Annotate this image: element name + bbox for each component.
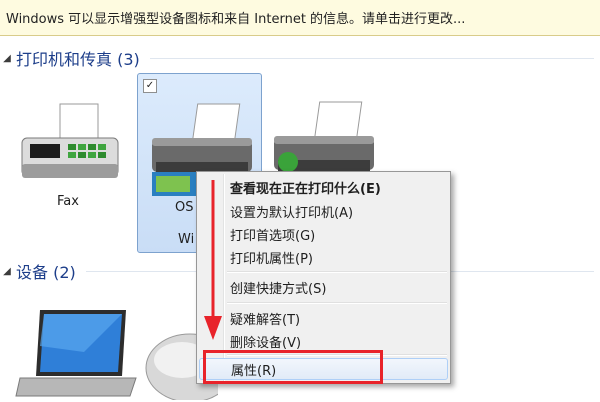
menu-separator [227,354,447,356]
menu-item-printing-preferences[interactable]: 打印首选项(G) [199,223,448,245]
menu-item-troubleshoot[interactable]: 疑难解答(T) [199,307,448,329]
menu-item-set-default-printer[interactable]: 设置为默认打印机(A) [199,200,448,222]
menu-separator [227,302,447,304]
context-menu[interactable]: 查看现在正在打印什么(E) 设置为默认打印机(A) 打印首选项(G) 打印机属性… [196,171,451,384]
laptop-icon [15,310,137,397]
device-tile-laptop[interactable] [4,300,137,400]
group-divider [149,57,594,59]
menu-item-properties[interactable]: 属性(R) [199,358,448,380]
menu-item-see-whats-printing[interactable]: 查看现在正在打印什么(E) [199,176,448,198]
collapse-triangle-icon[interactable]: ◢ [0,266,14,277]
fax-icon [21,103,119,178]
group-title-printers: 打印机和传真 (3) [16,50,140,69]
group-header-printers[interactable]: ◢ 打印机和传真 (3) [0,47,600,69]
collapse-triangle-icon[interactable]: ◢ [0,53,14,64]
fax-label: Fax [57,194,79,209]
selection-checkbox[interactable]: ✓ [143,79,157,93]
info-bar-text: Windows 可以显示增强型设备图标和来自 Internet 的信息。请单击进… [6,12,466,27]
menu-item-create-shortcut[interactable]: 创建快捷方式(S) [199,276,448,298]
group-title-devices: 设备 (2) [16,263,76,282]
menu-item-printer-properties[interactable]: 打印机属性(P) [199,246,448,268]
device-tile-fax[interactable]: Fax [4,96,132,216]
annotation-arrow-icon [204,180,222,340]
info-bar[interactable]: Windows 可以显示增强型设备图标和来自 Internet 的信息。请单击进… [0,0,600,36]
menu-separator [227,271,447,273]
menu-item-remove-device[interactable]: 删除设备(V) [199,330,448,352]
